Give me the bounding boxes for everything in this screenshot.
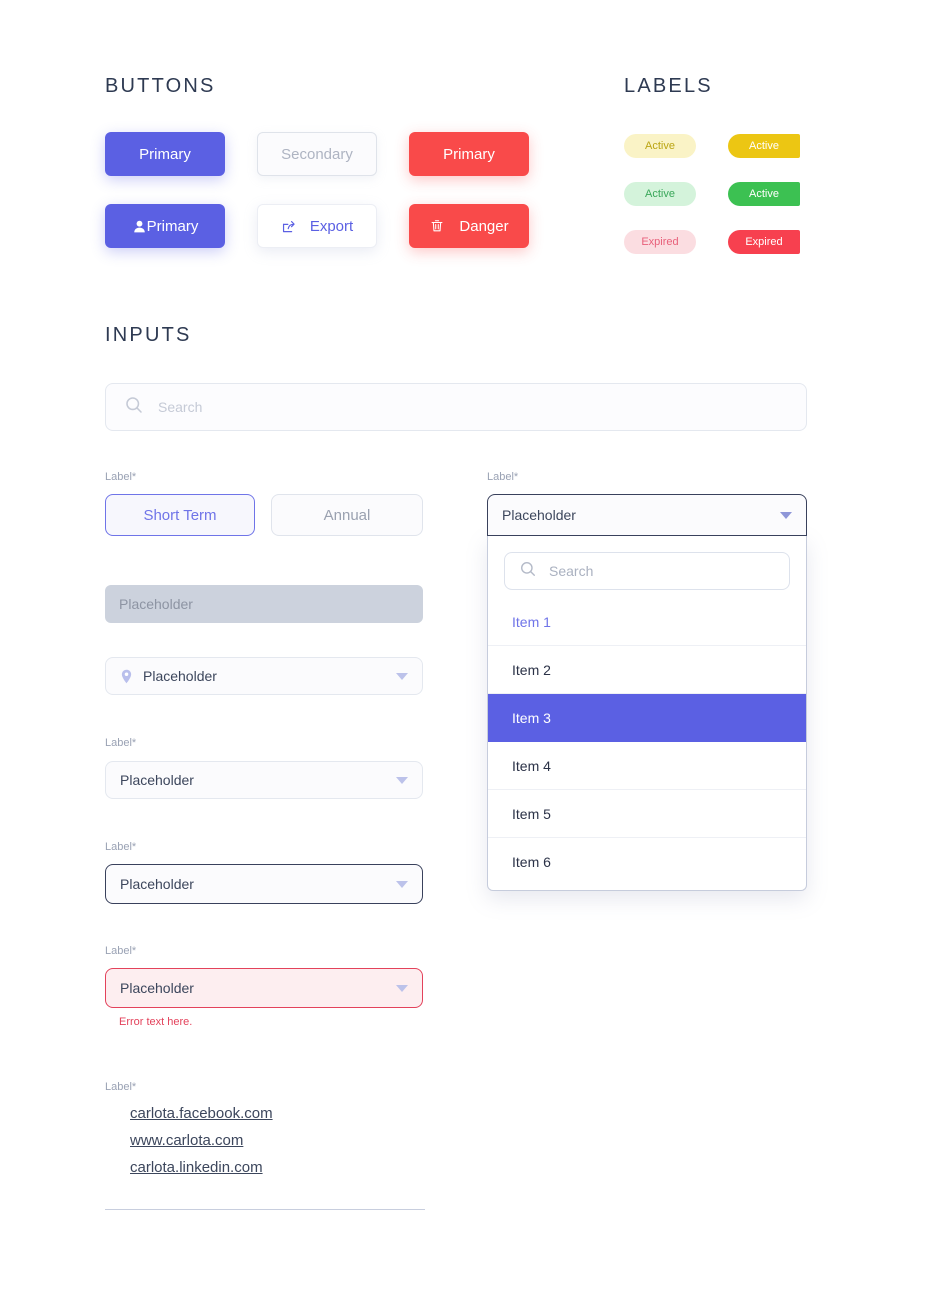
status-badge-expired-solid-red: Expired — [728, 230, 800, 254]
share-export-icon — [281, 218, 298, 235]
location-pin-icon — [120, 669, 133, 684]
select-focused[interactable]: Placeholder — [105, 864, 423, 904]
select-error-value: Placeholder — [120, 980, 194, 996]
segment-short-term-label: Short Term — [143, 506, 217, 524]
buttons-section-title: BUTTONS — [105, 75, 216, 97]
danger-button-label: Danger — [459, 217, 509, 235]
secondary-button[interactable]: Secondary — [257, 132, 377, 176]
search-icon — [124, 395, 144, 420]
search-input-placeholder: Search — [158, 399, 203, 415]
dropdown-trigger[interactable]: Placeholder — [487, 494, 807, 536]
links-list: carlota.facebook.com www.carlota.com car… — [130, 1105, 273, 1186]
primary-button-label: Primary — [139, 145, 191, 163]
dropdown-item-6[interactable]: Item 6 — [488, 838, 806, 886]
chevron-down-icon — [396, 776, 408, 784]
status-badge-active-solid-yellow: Active — [728, 134, 800, 158]
search-input[interactable]: Search — [105, 383, 807, 431]
primary-button[interactable]: Primary — [105, 132, 225, 176]
dropdown-item-label: Item 3 — [512, 709, 551, 726]
search-icon — [519, 560, 537, 583]
danger-button[interactable]: Danger — [409, 204, 529, 248]
primary-with-person-button-label: Primary — [146, 217, 199, 235]
select-plain-label: Label* — [105, 737, 137, 749]
chevron-down-icon — [780, 511, 792, 519]
chevron-down-icon — [396, 672, 408, 680]
secondary-button-label: Secondary — [281, 145, 353, 163]
link-item[interactable]: www.carlota.com — [130, 1132, 273, 1149]
dropdown-item-label: Item 5 — [512, 805, 551, 822]
select-plain-value: Placeholder — [120, 772, 194, 788]
inputs-section-title: INPUTS — [105, 324, 192, 346]
link-item[interactable]: carlota.facebook.com — [130, 1105, 273, 1122]
dropdown-item-1[interactable]: Item 1 — [488, 598, 806, 646]
primary-danger-button-label: Primary — [443, 145, 495, 163]
disabled-text-input: Placeholder — [105, 585, 423, 623]
link-item[interactable]: carlota.linkedin.com — [130, 1159, 273, 1176]
status-badge-expired-soft-red: Expired — [624, 230, 696, 254]
dropdown-search-placeholder: Search — [549, 563, 594, 579]
select-focused-label: Label* — [105, 841, 137, 853]
select-with-location-value: Placeholder — [143, 668, 217, 684]
links-field-label: Label* — [105, 1081, 137, 1093]
segment-annual-label: Annual — [323, 506, 371, 524]
design-system-page: BUTTONS Primary Secondary Primary Primar… — [0, 0, 945, 1300]
dropdown-field-label: Label* — [487, 471, 519, 483]
select-plain[interactable]: Placeholder — [105, 761, 423, 799]
status-badge-active-soft-green: Active — [624, 182, 696, 206]
dropdown-item-5[interactable]: Item 5 — [488, 790, 806, 838]
select-with-location[interactable]: Placeholder — [105, 657, 423, 695]
trash-icon — [429, 218, 445, 234]
dropdown-item-label: Item 4 — [512, 757, 551, 774]
dropdown-trigger-value: Placeholder — [502, 507, 576, 523]
status-badge-active-soft-yellow: Active — [624, 134, 696, 158]
segmented-field-label: Label* — [105, 471, 137, 483]
status-badge-active-solid-green: Active — [728, 182, 800, 206]
dropdown-item-3[interactable]: Item 3 — [488, 694, 806, 742]
segment-short-term[interactable]: Short Term — [105, 494, 255, 536]
export-button[interactable]: Export — [257, 204, 377, 248]
dropdown-item-2[interactable]: Item 2 — [488, 646, 806, 694]
dropdown-item-4[interactable]: Item 4 — [488, 742, 806, 790]
select-error[interactable]: Placeholder — [105, 968, 423, 1008]
dropdown-search-input[interactable]: Search — [504, 552, 790, 590]
dropdown-panel: Search Item 1 Item 2 Item 3 Item 4 Item … — [487, 536, 807, 891]
chevron-down-icon — [396, 880, 408, 888]
primary-danger-button[interactable]: Primary — [409, 132, 529, 176]
select-focused-value: Placeholder — [120, 876, 194, 892]
section-divider — [105, 1209, 425, 1210]
labels-section-title: LABELS — [624, 75, 713, 97]
select-error-label: Label* — [105, 945, 137, 957]
error-message: Error text here. — [119, 1016, 193, 1028]
export-button-label: Export — [309, 217, 354, 235]
segment-annual[interactable]: Annual — [271, 494, 423, 536]
dropdown-item-label: Item 1 — [512, 613, 551, 630]
disabled-text-input-value: Placeholder — [119, 596, 193, 612]
dropdown-item-label: Item 2 — [512, 661, 551, 678]
chevron-down-icon — [396, 984, 408, 992]
person-icon — [132, 219, 147, 234]
dropdown-item-label: Item 6 — [512, 854, 551, 870]
primary-with-person-button[interactable]: Primary — [105, 204, 225, 248]
